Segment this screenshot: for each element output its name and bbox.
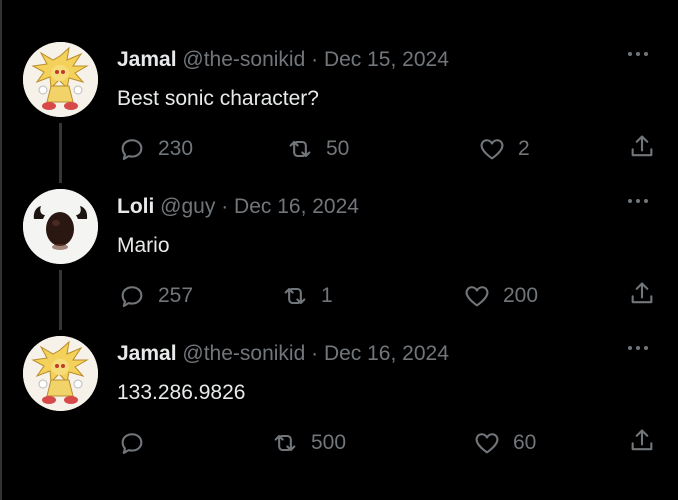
tweet-2[interactable]: Loli @guy · Dec 16, 2024 Mario 257 1 200 — [0, 189, 678, 336]
tweet-text: Mario — [117, 234, 170, 257]
tweet-date[interactable]: Dec 15, 2024 — [324, 48, 449, 71]
avatar[interactable] — [23, 336, 98, 411]
dot — [636, 346, 640, 350]
thread-line — [59, 123, 62, 183]
share-icon — [631, 135, 653, 157]
dot — [644, 52, 648, 56]
like-button[interactable]: 60 — [473, 427, 536, 459]
thread-line — [59, 270, 62, 330]
reply-count: 257 — [158, 284, 194, 307]
retweet-icon — [274, 434, 296, 452]
dot — [636, 199, 640, 203]
author-handle[interactable]: @guy — [160, 195, 215, 218]
dot — [628, 52, 632, 56]
more-options-button[interactable] — [628, 44, 656, 62]
retweet-count: 1 — [321, 284, 333, 307]
heart-icon — [465, 286, 489, 307]
author-name[interactable]: Loli — [117, 195, 154, 218]
tweet-date[interactable]: Dec 16, 2024 — [234, 195, 359, 218]
reply-button[interactable]: 230 — [118, 133, 193, 165]
like-count: 60 — [513, 431, 537, 454]
dot — [644, 199, 648, 203]
tweet-header: Jamal @the-sonikid · Dec 16, 2024 — [117, 341, 449, 367]
reply-button[interactable] — [118, 427, 158, 459]
share-button[interactable] — [628, 280, 656, 308]
share-button[interactable] — [628, 133, 656, 161]
super-sonic-avatar-icon — [23, 336, 98, 411]
tweet-text: Best sonic character? — [117, 87, 319, 110]
tweet-3[interactable]: Jamal @the-sonikid · Dec 16, 2024 133.28… — [0, 336, 678, 483]
share-icon — [631, 282, 653, 304]
reply-icon — [121, 433, 143, 454]
like-button[interactable]: 200 — [463, 280, 538, 312]
avatar[interactable] — [23, 189, 98, 264]
heart-icon — [475, 433, 499, 454]
tweet-header: Jamal @the-sonikid · Dec 15, 2024 — [117, 47, 449, 73]
reply-button[interactable]: 257 — [118, 280, 193, 312]
author-name[interactable]: Jamal — [117, 342, 177, 365]
tweet-date[interactable]: Dec 16, 2024 — [324, 342, 449, 365]
separator-dot: · — [311, 342, 319, 365]
more-options-button[interactable] — [628, 191, 656, 209]
tweet-1[interactable]: Jamal @the-sonikid · Dec 15, 2024 Best s… — [0, 42, 678, 189]
author-handle[interactable]: @the-sonikid — [182, 342, 305, 365]
share-button[interactable] — [628, 427, 656, 455]
share-icon — [631, 429, 653, 451]
retweet-button[interactable]: 1 — [281, 280, 333, 312]
dot — [644, 346, 648, 350]
reply-icon — [121, 139, 143, 160]
dot — [636, 52, 640, 56]
retweet-button[interactable]: 500 — [271, 427, 346, 459]
retweet-count: 500 — [311, 431, 347, 454]
heart-icon — [480, 139, 504, 160]
dot — [628, 199, 632, 203]
author-handle[interactable]: @the-sonikid — [182, 48, 305, 71]
reply-count: 230 — [158, 137, 194, 160]
separator-dot: · — [311, 48, 319, 71]
retweet-button[interactable]: 50 — [286, 133, 349, 165]
mustache-avatar-icon — [23, 189, 98, 264]
like-count: 2 — [518, 137, 530, 160]
like-count: 200 — [503, 284, 539, 307]
tweet-text: 133.286.9826 — [117, 381, 246, 404]
author-name[interactable]: Jamal — [117, 48, 177, 71]
separator-dot: · — [221, 195, 229, 218]
more-options-button[interactable] — [628, 338, 656, 356]
retweet-icon — [284, 287, 306, 305]
avatar[interactable] — [23, 42, 98, 117]
tweet-header: Loli @guy · Dec 16, 2024 — [117, 194, 359, 220]
reply-icon — [121, 286, 143, 307]
retweet-count: 50 — [326, 137, 350, 160]
super-sonic-avatar-icon — [23, 42, 98, 117]
dot — [628, 346, 632, 350]
retweet-icon — [289, 140, 311, 158]
like-button[interactable]: 2 — [478, 133, 530, 165]
